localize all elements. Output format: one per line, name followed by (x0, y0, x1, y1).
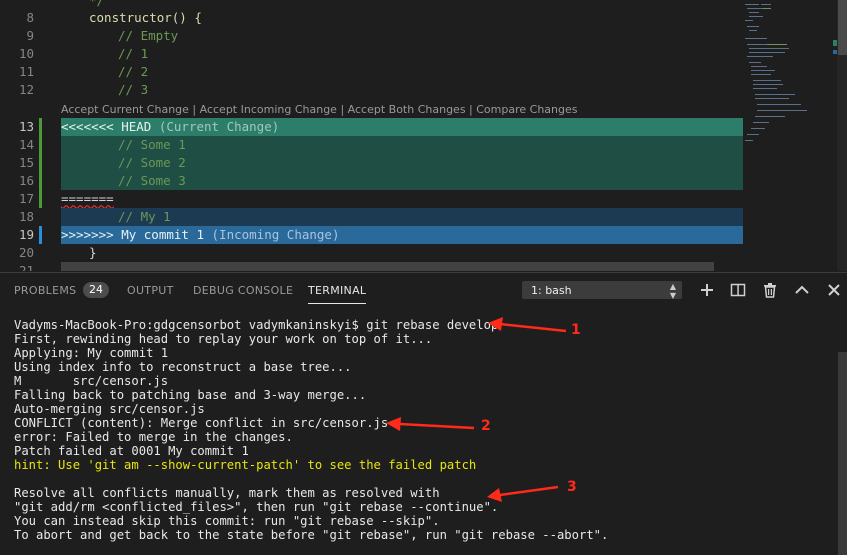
close-icon[interactable] (825, 281, 843, 299)
terminal-line: Vadyms-MacBook-Pro:gdgcensorbot vadymkan… (14, 318, 499, 332)
terminal-line: error: Failed to merge in the changes. (14, 430, 293, 444)
editor-line: 11 // 2 (0, 63, 743, 81)
terminal-line: Using index info to reconstruct a base t… (14, 360, 352, 374)
annotation-label-1: 1 (571, 322, 581, 338)
conflict-marker-incoming: >>>>>>> My commit 1 (Incoming Change) (61, 226, 339, 244)
line-number: 8 (26, 10, 34, 25)
editor-line: 14 // Some 1 (0, 136, 743, 154)
split-icon[interactable] (729, 281, 747, 299)
terminal-line: Resolve all conflicts manually, mark the… (14, 486, 440, 500)
code-comment: // Empty (118, 28, 179, 43)
line-number: 10 (18, 46, 34, 61)
terminal-line: Applying: My commit 1 (14, 346, 169, 360)
tab-debug-console[interactable]: DEBUG CONSOLE (193, 284, 293, 297)
editor-line-current-header: 13 <<<<<<< HEAD (Current Change) (0, 118, 743, 136)
terminal-line: M src/censor.js (14, 374, 169, 388)
annotation-label-2: 2 (481, 418, 491, 434)
updown-arrows-icon: ▲ ▼ (669, 282, 676, 300)
panel-header: PROBLEMS 24 OUTPUT DEBUG CONSOLE TERMINA… (0, 272, 847, 309)
code-comment: // 3 (118, 82, 149, 97)
tab-output[interactable]: OUTPUT (127, 284, 174, 297)
code-comment: // 1 (118, 46, 149, 61)
code-editor[interactable]: */ 8 constructor() { 9 // Empty 10 // 1 … (0, 0, 847, 271)
terminal-line: To abort and get back to the state befor… (14, 528, 609, 542)
code-comment: // 2 (118, 64, 149, 79)
terminal-selector-value: 1: bash (531, 284, 572, 297)
incoming-change-label: (Incoming Change) (211, 227, 340, 242)
terminal-line: CONFLICT (content): Merge conflict in sr… (14, 416, 389, 430)
annotation-label-3: 3 (567, 479, 577, 495)
code-text: } (89, 245, 97, 260)
line-number: 13 (18, 119, 34, 134)
conflict-marker: >>>>>>> My commit 1 (61, 227, 204, 242)
tab-problems[interactable]: PROBLEMS (14, 284, 76, 297)
editor-line: 9 // Empty (0, 27, 743, 45)
code-comment: // Some 3 (118, 173, 186, 188)
terminal-line: "git add/rm <conflicted_files>", then ru… (14, 500, 499, 514)
chevron-up-icon[interactable] (793, 281, 811, 299)
terminal-hint-line: hint: Use 'git am --show-current-patch' … (14, 458, 477, 472)
codelens-separator: | (188, 103, 200, 116)
codelens-separator: | (465, 103, 477, 116)
terminal-line: You can instead skip this commit: run "g… (14, 514, 440, 528)
editor-line: 10 // 1 (0, 45, 743, 63)
compare-changes-link[interactable]: Compare Changes (476, 103, 577, 116)
editor-line: 12 // 3 (0, 81, 743, 99)
editor-line: 15 // Some 2 (0, 154, 743, 172)
line-number: 20 (18, 245, 34, 260)
code-comment: // Some 2 (118, 155, 186, 170)
terminal-selector[interactable]: 1: bash ▲ ▼ (522, 281, 682, 300)
editor-line: 17 ======= (0, 190, 743, 208)
terminal-line: Falling back to patching base and 3-way … (14, 388, 367, 402)
line-number: 12 (18, 82, 34, 97)
line-number: 16 (18, 173, 34, 188)
conflict-marker-head: <<<<<<< HEAD (Current Change) (61, 118, 279, 136)
line-number: 9 (26, 28, 34, 43)
code-comment: // Some 1 (118, 137, 186, 152)
line-number: 11 (18, 64, 34, 79)
terminal-output[interactable]: Vadyms-MacBook-Pro:gdgcensorbot vadymkan… (0, 308, 838, 555)
accept-incoming-change-link[interactable]: Accept Incoming Change (200, 103, 337, 116)
line-number: 18 (18, 209, 34, 224)
plus-icon[interactable] (698, 281, 716, 299)
editor-line: 8 constructor() { (0, 9, 743, 27)
line-number: 21 (18, 263, 34, 271)
editor-line: 16 // Some 3 (0, 172, 743, 190)
accept-current-change-link[interactable]: Accept Current Change (61, 103, 189, 116)
problems-count-badge: 24 (83, 282, 109, 298)
editor-line-incoming-footer: 19 >>>>>>> My commit 1 (Incoming Change) (0, 226, 743, 244)
editor-line: 18 // My 1 (0, 208, 743, 226)
merge-codelens: Accept Current Change | Accept Incoming … (61, 102, 578, 118)
terminal-line: Patch failed at 0001 My commit 1 (14, 444, 249, 458)
line-number: 17 (18, 191, 34, 206)
horizontal-scrollbar[interactable] (61, 262, 714, 271)
code-comment: // My 1 (118, 209, 171, 224)
tab-terminal[interactable]: TERMINAL (308, 284, 367, 304)
code-text: constructor() { (89, 10, 202, 25)
line-number: 19 (18, 227, 34, 242)
terminal-line: First, rewinding head to replay your wor… (14, 332, 433, 346)
current-change-label: (Current Change) (158, 119, 280, 134)
trash-icon[interactable] (761, 281, 779, 299)
conflict-separator: ======= (61, 191, 114, 206)
line-number: 15 (18, 155, 34, 170)
conflict-marker: <<<<<<< HEAD (61, 119, 152, 134)
terminal-scrollbar[interactable] (838, 352, 847, 555)
minimap[interactable] (743, 0, 837, 271)
terminal-line: Auto-merging src/censor.js (14, 402, 205, 416)
vertical-scrollbar-thumb[interactable] (838, 0, 847, 55)
codelens-separator: | (336, 103, 348, 116)
line-number: 14 (18, 137, 34, 152)
accept-both-changes-link[interactable]: Accept Both Changes (348, 103, 466, 116)
editor-line: 20 } (0, 244, 743, 262)
